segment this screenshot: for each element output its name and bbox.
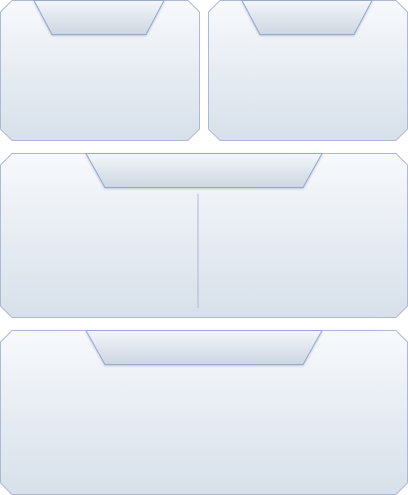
- top-left-panel: [0, 0, 200, 141]
- middle-panel: [0, 153, 408, 318]
- top-right-panel-tab[interactable]: [241, 0, 373, 35]
- bottom-panel-tab[interactable]: [85, 330, 323, 365]
- top-right-panel: [208, 0, 408, 141]
- middle-panel-tab[interactable]: [85, 153, 323, 188]
- bottom-panel: [0, 330, 408, 495]
- top-left-panel-tab[interactable]: [33, 0, 165, 35]
- panel-layout: [0, 0, 408, 495]
